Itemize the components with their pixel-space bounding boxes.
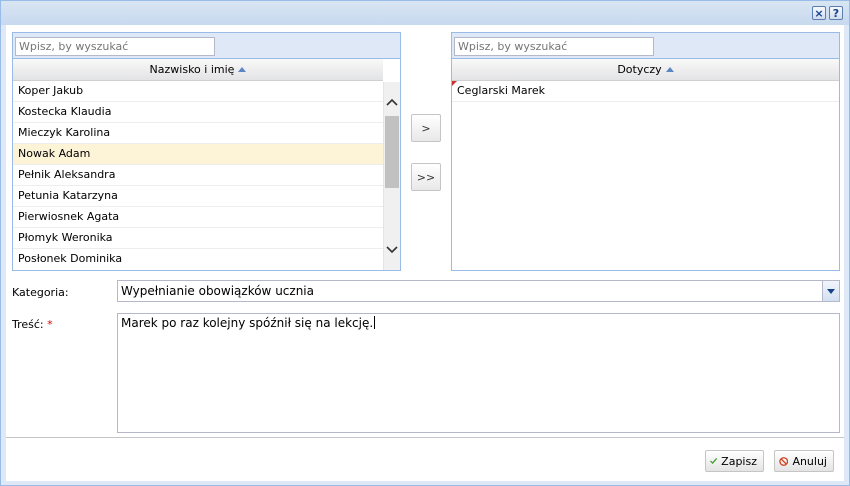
list-item[interactable]: Pierwiosnek Agata (13, 207, 383, 228)
list-item[interactable]: Posłonek Dominika (13, 249, 383, 270)
list-item[interactable]: Pełnik Aleksandra (13, 165, 383, 186)
concerned-column-header[interactable]: Dotyczy (452, 59, 839, 81)
category-label: Kategoria: (12, 286, 69, 299)
concerned-column-header-label: Dotyczy (617, 63, 662, 76)
scroll-down-icon[interactable] (384, 242, 400, 258)
dialog-footer: Zapisz Anuluj (6, 437, 844, 481)
required-mark: * (47, 318, 53, 331)
list-item[interactable]: Płomyk Weronika (13, 228, 383, 249)
category-select[interactable]: Wypełnianie obowiązków ucznia (117, 280, 840, 302)
content-label: Treść: * (12, 318, 53, 331)
students-scrollbar[interactable] (383, 82, 400, 270)
students-rows: Koper Jakub Kostecka Klaudia Mieczyk Kar… (13, 81, 383, 270)
scrollbar-thumb[interactable] (385, 116, 399, 188)
concerned-search-input[interactable] (454, 37, 654, 56)
concerned-list: Dotyczy Ceglarski Marek (451, 32, 840, 271)
dialog-window: × ? Nazwisko i imię Koper Jakub Kostecka… (0, 0, 850, 486)
sort-ascending-icon (238, 67, 247, 72)
move-selected-button[interactable]: > (411, 114, 441, 142)
concerned-rows: Ceglarski Marek (452, 81, 839, 102)
help-icon[interactable]: ? (829, 6, 843, 20)
content-label-text: Treść: (12, 318, 44, 331)
save-button-label: Zapisz (721, 454, 757, 468)
list-item[interactable]: Kostecka Klaudia (13, 102, 383, 123)
list-item-selected[interactable]: Nowak Adam (13, 144, 383, 165)
content-textarea[interactable]: Marek po raz kolejny spóźnił się na lekc… (117, 313, 840, 433)
dialog-body: Nazwisko i imię Koper Jakub Kostecka Kla… (6, 25, 844, 437)
text-caret (374, 316, 376, 329)
save-button[interactable]: Zapisz (705, 450, 764, 472)
students-search-bar (13, 33, 400, 59)
sort-ascending-icon (665, 67, 674, 72)
cancel-button-label: Anuluj (792, 454, 827, 468)
list-item[interactable]: Petunia Katarzyna (13, 186, 383, 207)
content-value: Marek po raz kolejny spóźnił się na lekc… (121, 316, 374, 330)
students-column-header[interactable]: Nazwisko i imię (13, 59, 383, 81)
move-all-button[interactable]: >> (411, 163, 441, 191)
category-value: Wypełnianie obowiązków ucznia (121, 284, 314, 298)
list-item[interactable]: Mieczyk Karolina (13, 123, 383, 144)
students-column-header-label: Nazwisko i imię (149, 63, 235, 76)
cancel-icon (779, 456, 789, 466)
scroll-up-icon[interactable] (384, 94, 400, 110)
check-icon (710, 458, 718, 464)
students-search-input[interactable] (15, 37, 215, 56)
dialog-titlebar[interactable]: × ? (1, 1, 849, 25)
list-item[interactable]: Ceglarski Marek (452, 81, 839, 102)
chevron-down-icon[interactable] (822, 281, 839, 301)
students-list: Nazwisko i imię Koper Jakub Kostecka Kla… (12, 32, 401, 271)
concerned-search-bar (452, 33, 839, 59)
modified-marker-icon (452, 81, 457, 86)
list-item-label: Ceglarski Marek (457, 84, 546, 97)
list-item[interactable]: Koper Jakub (13, 81, 383, 102)
cancel-button[interactable]: Anuluj (774, 450, 834, 472)
close-icon[interactable]: × (812, 6, 826, 20)
